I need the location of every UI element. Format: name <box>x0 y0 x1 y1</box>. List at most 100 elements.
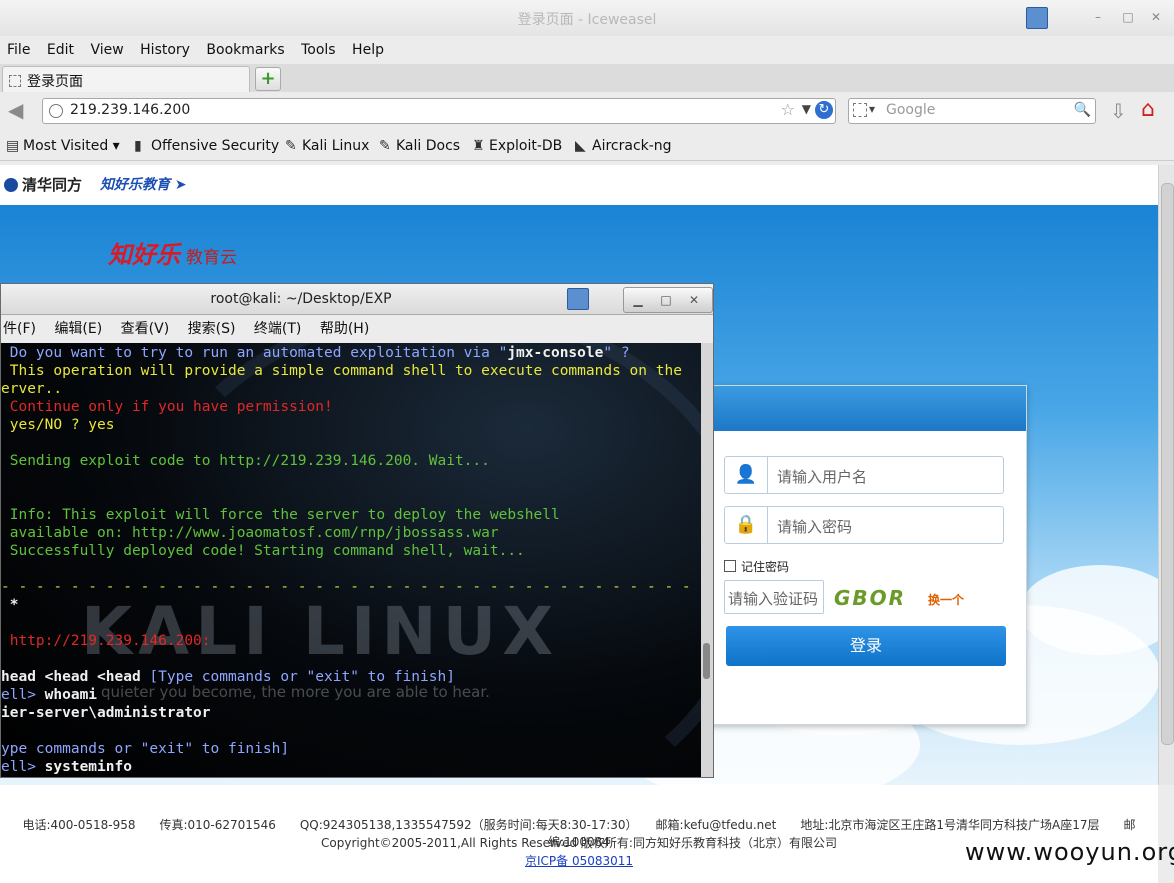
bookmark-aircrack[interactable]: ◣ Aircrack-ng <box>575 138 672 154</box>
captcha-image: GBOR <box>834 586 907 610</box>
minimize-icon[interactable]: ▁ <box>624 288 652 312</box>
globe-icon <box>49 104 63 118</box>
terminal-menu-search[interactable]: 搜索(S) <box>188 315 236 343</box>
browser-menubar: File Edit View History Bookmarks Tools H… <box>0 38 1174 62</box>
offsec-icon: ▮ <box>134 138 142 154</box>
terminal-line: ell> whoami <box>1 687 98 703</box>
close-icon[interactable]: ✕ <box>680 288 708 312</box>
url-dropdown-icon[interactable]: ▼ <box>802 102 811 116</box>
terminal-line: ier-server\administrator <box>1 705 211 721</box>
app-switcher-icon[interactable] <box>1026 7 1048 29</box>
download-icon[interactable]: ⇩ <box>1110 99 1127 123</box>
terminal-title: root@kali: ~/Desktop/EXP <box>210 291 392 307</box>
terminal-line: Info: This exploit will force the server… <box>1 507 560 523</box>
password-field[interactable]: 🔒 请输入密码 <box>724 506 1004 544</box>
terminal-line: Continue only if you have permission! <box>1 399 333 415</box>
terminal-menu-help[interactable]: 帮助(H) <box>320 315 369 343</box>
watermark: www.wooyun.org <box>965 838 1174 866</box>
exploitdb-icon: ♜ <box>472 138 485 154</box>
terminal-line: - - - - - - - - - - - - - - - - - - - - … <box>1 579 691 595</box>
terminal-line: Sending exploit code to http://219.239.1… <box>1 453 490 469</box>
bookmark-kali-docs[interactable]: ✎ Kali Docs <box>379 138 460 154</box>
search-box[interactable]: ▾ Google 🔍 <box>848 98 1096 124</box>
reload-icon[interactable]: ↻ <box>815 101 833 119</box>
login-panel: 👤 请输入用户名 🔒 请输入密码 记住密码 请输入验证码 GBOR 换一个 登录 <box>705 385 1027 725</box>
terminal-line: ype commands or "exit" to finish] <box>1 741 290 757</box>
tab-login-page[interactable]: 登录页面 <box>2 66 250 94</box>
navigation-bar: ◀ 219.239.146.200 ☆ ▼ ↻ ▾ Google 🔍 ⇩ ⌂ <box>0 92 1174 128</box>
scrollbar-thumb[interactable] <box>703 643 710 679</box>
page-icon <box>9 75 21 87</box>
menu-bookmarks[interactable]: Bookmarks <box>206 38 284 62</box>
aircrack-icon: ◣ <box>575 138 586 154</box>
bookmark-most-visited[interactable]: ▤ Most Visited ▾ <box>6 138 120 154</box>
zhihaole-small-logo: 知好乐教育 ➤ <box>100 177 187 193</box>
scrollbar-thumb[interactable] <box>1161 183 1174 745</box>
menu-history[interactable]: History <box>140 38 190 62</box>
menu-view[interactable]: View <box>90 38 123 62</box>
menu-edit[interactable]: Edit <box>47 38 74 62</box>
page-scrollbar[interactable] <box>1158 165 1174 785</box>
terminal-scrollbar[interactable] <box>701 343 713 777</box>
bookmark-kali-linux[interactable]: ✎ Kali Linux <box>285 138 369 154</box>
terminal-output[interactable]: KALI LINUX quieter you become, the more … <box>1 343 701 777</box>
scrollbar-corner <box>1158 785 1174 883</box>
site-footer: 电话:400-0518-958 传真:010-62701546 QQ:92430… <box>0 785 1158 883</box>
terminal-line: erver.. <box>1 381 63 397</box>
folder-icon: ▤ <box>6 138 20 154</box>
browser-titlebar: 登录页面 - Iceweasel – □ ✕ <box>0 0 1174 36</box>
terminal-line: * <box>1 597 19 613</box>
window-title: 登录页面 - Iceweasel <box>517 12 657 28</box>
tab-strip: 登录页面 + <box>0 64 1174 94</box>
terminal-window-buttons: ▁ □ ✕ <box>623 287 713 313</box>
minimize-icon[interactable]: – <box>1090 10 1106 24</box>
close-icon[interactable]: ✕ <box>1148 10 1164 24</box>
login-button[interactable]: 登录 <box>726 626 1006 666</box>
home-icon[interactable]: ⌂ <box>1141 97 1155 122</box>
terminal-line: Do you want to try to run an automated e… <box>1 345 630 361</box>
terminal-line: Successfully deployed code! Starting com… <box>1 543 525 559</box>
kali-dragon-icon: ✎ <box>285 138 297 154</box>
search-icon[interactable]: 🔍 <box>1074 102 1091 118</box>
tsinghua-tongfang-logo: 清华同方 <box>4 174 82 195</box>
bookmarks-toolbar: ▤ Most Visited ▾ ▮ Offensive Security ✎ Kal… <box>0 134 1174 161</box>
terminal-menu-edit[interactable]: 编辑(E) <box>54 315 102 343</box>
back-icon[interactable]: ◀ <box>8 100 30 120</box>
search-engine-icon[interactable] <box>853 103 867 117</box>
bookmark-offensive-security[interactable]: ▮ Offensive Security <box>134 138 279 154</box>
terminal-line: available on: http://www.joaomatosf.com/… <box>1 525 499 541</box>
captcha-input[interactable]: 请输入验证码 <box>724 580 824 614</box>
terminal-line: http://219.239.146.200: <box>1 633 211 649</box>
url-text[interactable]: 219.239.146.200 <box>70 102 190 118</box>
kali-dragon-icon: ✎ <box>379 138 391 154</box>
bookmark-exploit-db[interactable]: ♜ Exploit-DB <box>472 138 562 154</box>
menu-tools[interactable]: Tools <box>301 38 336 62</box>
terminal-menu-view[interactable]: 查看(V) <box>121 315 170 343</box>
site-header: 清华同方 知好乐教育 ➤ <box>0 165 1158 205</box>
terminal-menu-file[interactable]: 件(F) <box>3 315 36 343</box>
remember-password-checkbox[interactable]: 记住密码 <box>724 558 789 575</box>
tab-label: 登录页面 <box>27 74 83 90</box>
maximize-icon[interactable]: □ <box>1120 10 1136 24</box>
app-switcher-icon[interactable] <box>567 288 589 310</box>
username-field[interactable]: 👤 请输入用户名 <box>724 456 1004 494</box>
terminal-line: This operation will provide a simple com… <box>1 363 682 379</box>
terminal-line: ell> systeminfo <box>1 759 132 775</box>
change-captcha-link[interactable]: 换一个 <box>928 591 964 608</box>
search-placeholder[interactable]: Google <box>886 102 935 118</box>
terminal-menubar: 件(F) 编辑(E) 查看(V) 搜索(S) 终端(T) 帮助(H) <box>1 315 713 344</box>
brand-logo: 知好乐 教育云 <box>108 241 237 269</box>
terminal-titlebar[interactable]: root@kali: ~/Desktop/EXP ▁ □ ✕ <box>1 284 713 315</box>
login-panel-header <box>706 386 1026 431</box>
url-bar[interactable]: 219.239.146.200 ☆ ▼ ↻ <box>42 98 836 124</box>
terminal-window[interactable]: root@kali: ~/Desktop/EXP ▁ □ ✕ 件(F) 编辑(E) … <box>0 283 714 778</box>
menu-file[interactable]: File <box>7 38 30 62</box>
maximize-icon[interactable]: □ <box>652 288 680 312</box>
terminal-menu-terminal[interactable]: 终端(T) <box>254 315 301 343</box>
chevron-down-icon[interactable]: ▾ <box>869 102 875 116</box>
user-icon: 👤 <box>725 457 768 493</box>
terminal-line: yes/NO ? yes <box>1 417 115 433</box>
new-tab-button[interactable]: + <box>255 67 281 91</box>
bookmark-star-icon[interactable]: ☆ <box>781 100 795 119</box>
menu-help[interactable]: Help <box>352 38 384 62</box>
